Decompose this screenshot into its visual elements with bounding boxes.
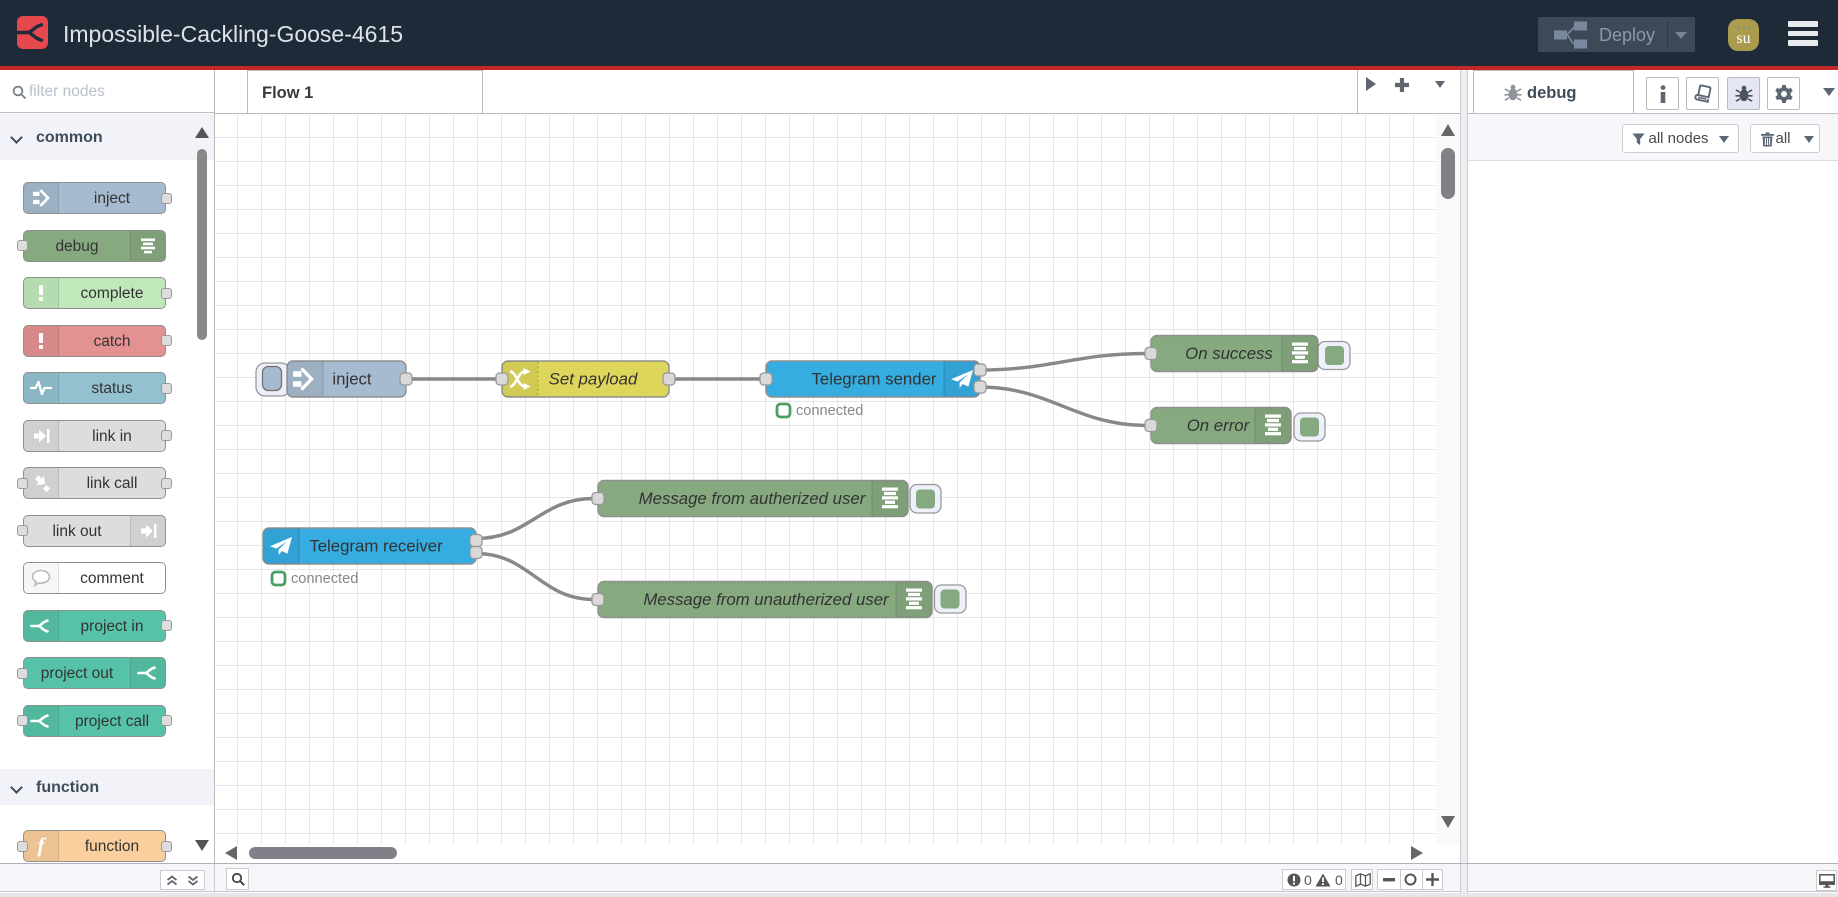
svg-text:Message from autherized user: Message from autherized user (639, 489, 867, 508)
svg-text:Message from unautherized user: Message from unautherized user (643, 590, 890, 609)
svg-text:Telegram receiver: Telegram receiver (309, 537, 443, 556)
svg-text:On error: On error (1187, 416, 1251, 435)
svg-text:connected: connected (796, 403, 863, 419)
svg-text:f: f (38, 834, 47, 857)
svg-text:connected: connected (291, 571, 358, 587)
svg-text:Set payload: Set payload (549, 370, 638, 389)
svg-text:Telegram sender: Telegram sender (812, 370, 937, 389)
svg-text:inject: inject (332, 370, 372, 389)
svg-text:On success: On success (1185, 344, 1273, 363)
